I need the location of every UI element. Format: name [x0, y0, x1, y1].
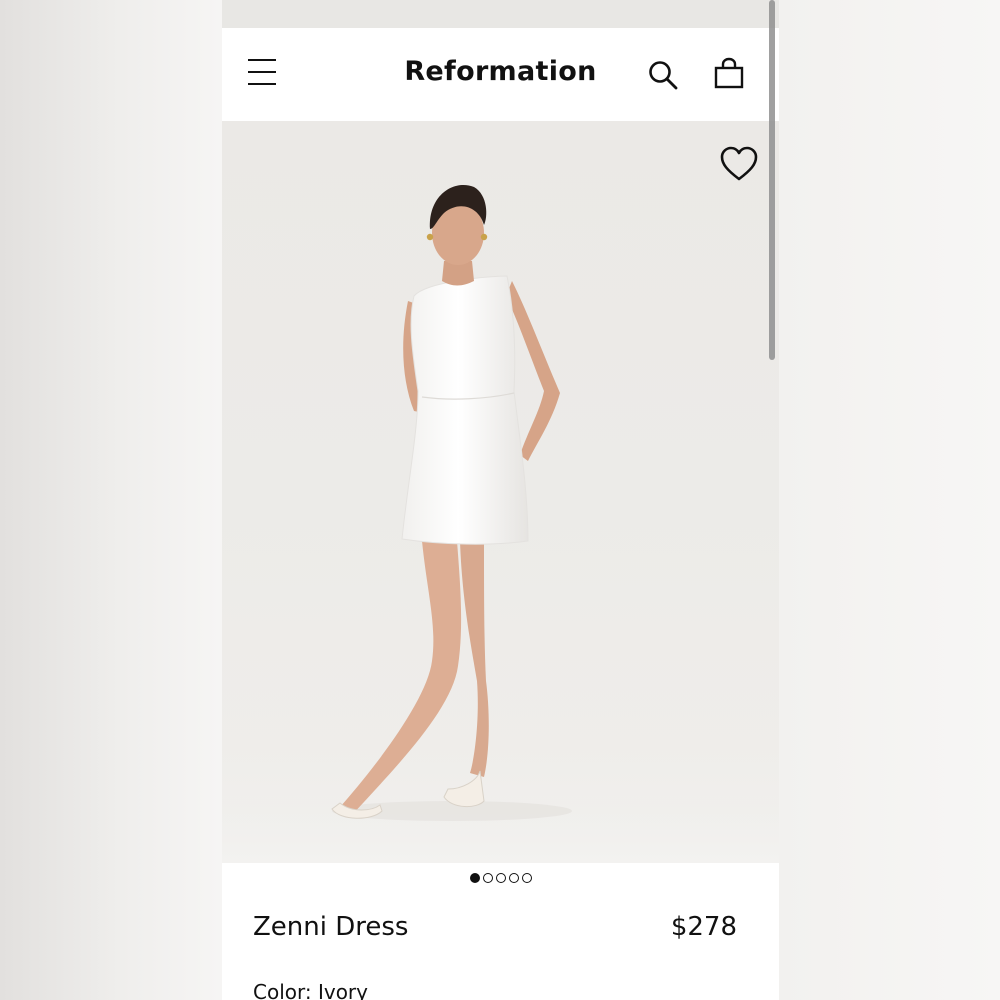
brand-logo[interactable]: Reformation	[222, 56, 779, 87]
gallery-dot-3[interactable]	[495, 873, 506, 883]
phone-screen: Reformation Zenni Dress $278 Color: Ivor…	[222, 0, 779, 1000]
product-photo	[222, 184, 779, 863]
product-image-gallery[interactable]	[222, 121, 779, 863]
gallery-dot-1[interactable]	[469, 873, 480, 883]
status-strip	[222, 0, 779, 28]
search-button[interactable]	[646, 58, 680, 92]
gallery-dot-2[interactable]	[482, 873, 493, 883]
favorite-button[interactable]	[719, 145, 759, 183]
heart-outline-icon	[720, 146, 758, 181]
product-price: $278	[670, 912, 737, 942]
gallery-dot-5[interactable]	[521, 873, 532, 883]
shopping-bag-icon	[714, 57, 744, 89]
shopping-bag-button[interactable]	[712, 56, 746, 92]
product-name: Zenni Dress	[253, 912, 409, 942]
gallery-pagination	[222, 873, 779, 889]
gallery-dot-4[interactable]	[508, 873, 519, 883]
product-color-label: Color: Ivory	[253, 980, 368, 1000]
site-header: Reformation	[222, 28, 779, 121]
page-scrollbar[interactable]	[769, 0, 775, 360]
search-icon	[649, 61, 678, 90]
